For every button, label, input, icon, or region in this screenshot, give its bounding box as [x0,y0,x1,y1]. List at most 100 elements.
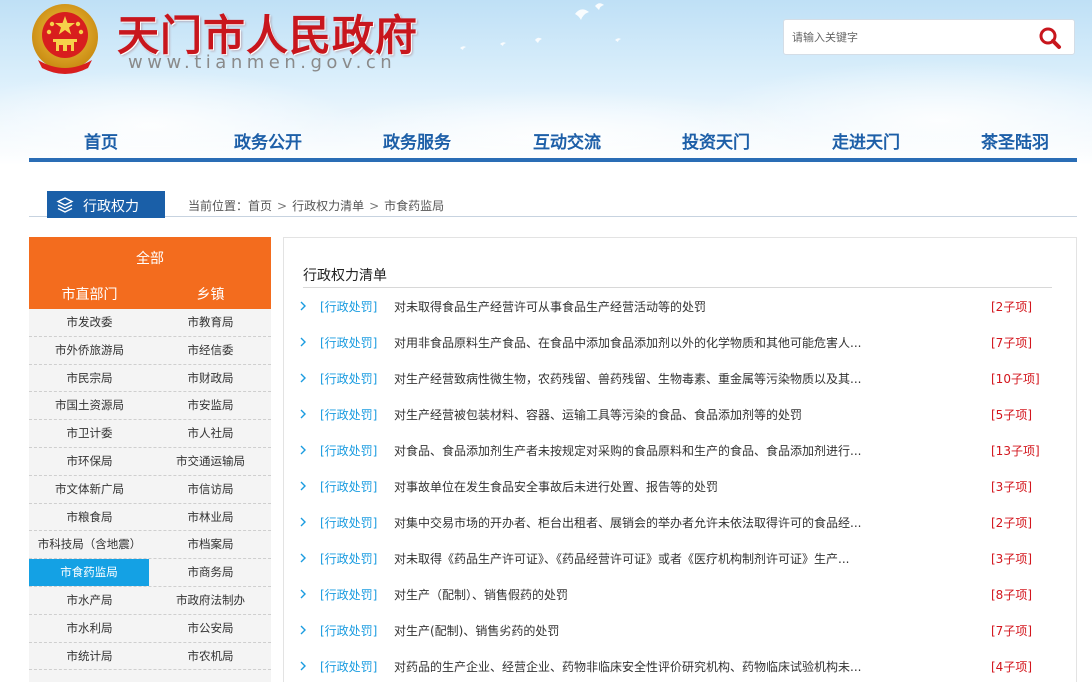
item-category[interactable]: [行政处罚] [320,334,377,351]
sidebar-item[interactable]: 市水利局 [29,615,150,642]
item-title[interactable]: 对事故单位在发生食品安全事故后未进行处置、报告等的处罚 [394,478,864,495]
item-category[interactable]: [行政处罚] [320,658,377,675]
list-item[interactable]: [行政处罚] 对未取得《药品生产许可证》、《药品经营许可证》或者《医疗机构制剂许可… [284,542,1076,578]
tab-towns[interactable]: 乡镇 [150,284,271,304]
sidebar-item[interactable]: 市水产局 [29,587,150,614]
item-title[interactable]: 对生产经营致病性微生物，农药残留、兽药残留、生物毒素、重金属等污染物质以及其..… [394,370,864,387]
item-subcount[interactable]: [3子项] [991,550,1032,567]
sidebar-row: 市卫计委 市人社局 [29,420,271,448]
item-category[interactable]: [行政处罚] [320,622,377,639]
search-input[interactable] [792,26,1022,48]
sidebar-item[interactable]: 市外侨旅游局 [29,337,150,364]
sidebar-item[interactable]: 市粮食局 [29,504,150,531]
sidebar-item[interactable]: 市安监局 [150,392,271,419]
item-subcount[interactable]: [2子项] [991,514,1032,531]
item-title[interactable]: 对食品、食品添加剂生产者未按规定对采购的食品原料和生产的食品、食品添加剂进行..… [394,442,864,459]
item-subcount[interactable]: [5子项] [991,406,1032,423]
sidebar-item[interactable]: 市商务局 [150,559,271,586]
sidebar-item[interactable]: 市林业局 [150,504,271,531]
item-subcount[interactable]: [10子项] [991,370,1040,387]
sidebar-item[interactable]: 市教育局 [150,309,271,336]
item-category[interactable]: [行政处罚] [320,550,377,567]
search-icon[interactable] [1038,26,1062,50]
sidebar-item[interactable]: 市统计局 [29,643,150,670]
nav-item-home[interactable]: 首页 [84,128,118,153]
item-title[interactable]: 对生产经营被包装材料、容器、运输工具等污染的食品、食品添加剂等的处罚 [394,406,864,423]
nav-item-gov-services[interactable]: 政务服务 [383,128,451,153]
item-subcount[interactable]: [7子项] [991,334,1032,351]
item-title[interactable]: 对药品的生产企业、经营企业、药物非临床安全性评价研究机构、药物临床试验机构未..… [394,658,864,675]
sidebar-all[interactable]: 全部 [29,248,271,268]
sidebar-item[interactable]: 市档案局 [150,531,271,558]
item-title[interactable]: 对用非食品原料生产食品、在食品中添加食品添加剂以外的化学物质和其他可能危害人..… [394,334,864,351]
sidebar-row: 市环保局 市交通运输局 [29,448,271,476]
sidebar-item[interactable]: 市农机局 [150,643,271,670]
item-title[interactable]: 对集中交易市场的开办者、柜台出租者、展销会的举办者允许未依法取得许可的食品经..… [394,514,864,531]
sidebar-item[interactable]: 市信访局 [150,476,271,503]
sidebar-item[interactable]: 市发改委 [29,309,150,336]
breadcrumb-current[interactable]: 市食药监局 [384,199,444,213]
sidebar-item[interactable]: 市科技局（含地震） [29,531,150,558]
breadcrumb-separator: > [369,199,380,213]
nav-item-gov-affairs[interactable]: 政务公开 [234,128,302,153]
item-subcount[interactable]: [3子项] [991,478,1032,495]
item-title[interactable]: 对未取得食品生产经营许可从事食品生产经营活动等的处罚 [394,298,864,315]
national-emblem-icon[interactable] [28,2,102,76]
sidebar-row: 市食药监局 市商务局 [29,559,271,587]
sidebar-list: 市发改委 市教育局 市外侨旅游局 市经信委 市民宗局 市财政局 市国土资源局 市安监局 市卫计委… [29,309,271,671]
item-title[interactable]: 对未取得《药品生产许可证》、《药品经营许可证》或者《医疗机构制剂许可证》生产..… [394,550,864,567]
list-item[interactable]: [行政处罚] 对生产(配制)、销售劣药的处罚 [7子项] [284,614,1076,650]
sidebar-row: 市发改委 市教育局 [29,309,271,337]
item-subcount[interactable]: [7子项] [991,622,1032,639]
nav-item-interaction[interactable]: 互动交流 [533,128,601,153]
search-box [783,19,1075,55]
item-category[interactable]: [行政处罚] [320,514,377,531]
breadcrumb: 当前位置：首页 > 行政权力清单 > 市食药监局 [188,197,444,214]
breadcrumb-power-list[interactable]: 行政权力清单 [292,199,364,213]
sidebar-row: 市科技局（含地震） 市档案局 [29,531,271,560]
list-item[interactable]: [行政处罚] 对生产经营被包装材料、容器、运输工具等污染的食品、食品添加剂等的处罚… [284,398,1076,434]
sidebar-item[interactable]: 市政府法制办 [150,587,271,614]
list-item[interactable]: [行政处罚] 对生产（配制）、销售假药的处罚 [8子项] [284,578,1076,614]
list-item[interactable]: [行政处罚] 对药品的生产企业、经营企业、药物非临床安全性评价研究机构、药物临床试… [284,650,1076,682]
item-subcount[interactable]: [13子项] [991,442,1040,459]
tab-city-departments[interactable]: 市直部门 [29,284,150,304]
item-title[interactable]: 对生产(配制)、销售劣药的处罚 [394,622,864,639]
item-subcount[interactable]: [4子项] [991,658,1032,675]
sidebar-item[interactable]: 市财政局 [150,365,271,392]
section-tab[interactable]: 行政权力 [47,191,165,218]
sidebar-item[interactable]: 市经信委 [150,337,271,364]
item-category[interactable]: [行政处罚] [320,298,377,315]
sidebar-item[interactable]: 市公安局 [150,615,271,642]
nav-item-invest[interactable]: 投资天门 [682,128,750,153]
item-title[interactable]: 对生产（配制）、销售假药的处罚 [394,586,864,603]
sidebar-item[interactable]: 市食药监局 [29,559,149,587]
item-category[interactable]: [行政处罚] [320,586,377,603]
chevron-right-icon [300,337,306,347]
item-category[interactable]: [行政处罚] [320,370,377,387]
list-item[interactable]: [行政处罚] 对事故单位在发生食品安全事故后未进行处置、报告等的处罚 [3子项] [284,470,1076,506]
nav-item-lu-yu[interactable]: 茶圣陆羽 [981,128,1049,153]
sidebar-item[interactable]: 市国土资源局 [29,392,150,419]
chevron-right-icon [300,445,306,455]
sidebar-item[interactable]: 市民宗局 [29,365,150,392]
list-item[interactable]: [行政处罚] 对食品、食品添加剂生产者未按规定对采购的食品原料和生产的食品、食品添… [284,434,1076,470]
sidebar-row: 市文体新广局 市信访局 [29,476,271,504]
list-item[interactable]: [行政处罚] 对生产经营致病性微生物，农药残留、兽药残留、生物毒素、重金属等污染物… [284,362,1076,398]
list-item[interactable]: [行政处罚] 对集中交易市场的开办者、柜台出租者、展销会的举办者允许未依法取得许可… [284,506,1076,542]
breadcrumb-home[interactable]: 首页 [248,199,272,213]
nav-item-about[interactable]: 走进天门 [832,128,900,153]
item-category[interactable]: [行政处罚] [320,478,377,495]
item-subcount[interactable]: [8子项] [991,586,1032,603]
sidebar-item[interactable]: 市文体新广局 [29,476,150,503]
list-item[interactable]: [行政处罚] 对未取得食品生产经营许可从事食品生产经营活动等的处罚 [2子项] [284,290,1076,326]
sidebar-item[interactable]: 市人社局 [150,420,271,447]
sidebar-item[interactable]: 市卫计委 [29,420,150,447]
sidebar-row: 市水产局 市政府法制办 [29,587,271,615]
sidebar-item[interactable]: 市环保局 [29,448,150,475]
item-category[interactable]: [行政处罚] [320,406,377,423]
sidebar-item[interactable]: 市交通运输局 [150,448,271,475]
list-item[interactable]: [行政处罚] 对用非食品原料生产食品、在食品中添加食品添加剂以外的化学物质和其他可… [284,326,1076,362]
item-subcount[interactable]: [2子项] [991,298,1032,315]
item-category[interactable]: [行政处罚] [320,442,377,459]
